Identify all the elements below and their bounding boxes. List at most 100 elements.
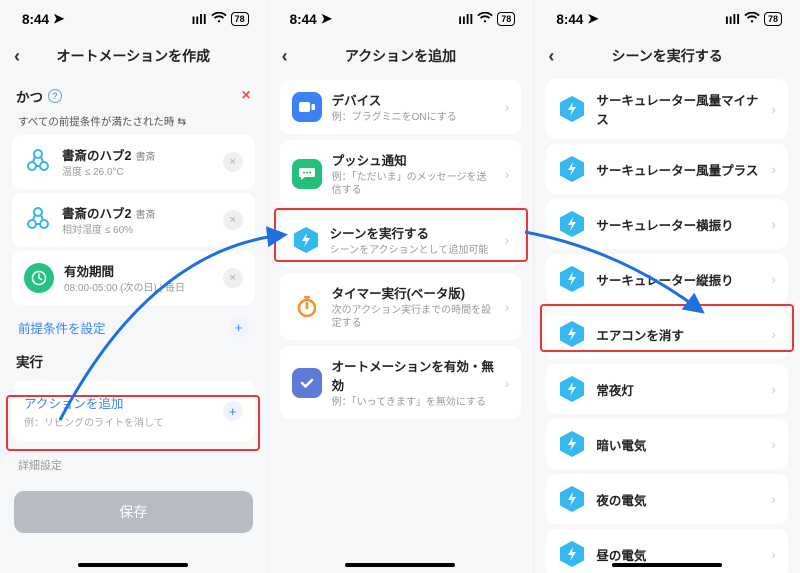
wifi-icon bbox=[211, 12, 227, 27]
chat-icon bbox=[292, 159, 322, 189]
set-precondition-link[interactable]: 前提条件を設定 + bbox=[0, 309, 267, 345]
chevron-right-icon: › bbox=[771, 491, 776, 507]
home-indicator bbox=[612, 563, 722, 567]
home-indicator bbox=[78, 563, 188, 567]
page-title: オートメーションを作成 bbox=[56, 46, 210, 66]
screen-create-automation: 8:44➤ ııll 78 ‹ オートメーションを作成 かつ ? × すべての前… bbox=[0, 0, 267, 573]
device-icon bbox=[292, 92, 322, 122]
scene-item[interactable]: エアコンを消す › bbox=[546, 309, 788, 359]
save-button[interactable]: 保存 bbox=[14, 491, 253, 533]
action-option[interactable]: デバイス例：プラグミニをONにする› bbox=[280, 80, 522, 134]
scene-label: サーキュレーター横振り bbox=[596, 215, 733, 234]
scene-icon bbox=[558, 265, 586, 293]
home-indicator bbox=[345, 563, 455, 567]
plus-icon[interactable]: + bbox=[223, 401, 243, 421]
location-icon: ➤ bbox=[53, 11, 64, 27]
scene-item[interactable]: 常夜灯› bbox=[546, 364, 788, 414]
chevron-right-icon: › bbox=[505, 299, 510, 315]
chevron-right-icon: › bbox=[771, 381, 776, 397]
remove-icon[interactable]: × bbox=[223, 152, 243, 172]
signal-icon: ııll bbox=[192, 12, 207, 27]
location-icon: ➤ bbox=[321, 11, 332, 27]
scene-item[interactable]: 夜の電気› bbox=[546, 474, 788, 524]
close-icon[interactable]: × bbox=[241, 87, 250, 105]
action-option[interactable]: オートメーションを有効・無効例：「いってきます」を無効にする› bbox=[280, 346, 522, 419]
option-title: プッシュ通知 bbox=[332, 150, 407, 169]
plus-icon[interactable]: + bbox=[229, 317, 249, 337]
status-bar: 8:44➤ ııll 78 bbox=[268, 0, 534, 38]
battery-icon: 78 bbox=[497, 12, 515, 26]
scene-icon bbox=[558, 485, 586, 513]
scene-label: 暗い電気 bbox=[596, 435, 646, 454]
info-icon[interactable]: ? bbox=[48, 89, 62, 103]
nav-header: ‹ オートメーションを作成 bbox=[0, 38, 267, 74]
condition-label: かつ ? × bbox=[0, 74, 267, 110]
chevron-right-icon: › bbox=[771, 436, 776, 452]
scene-label: エアコンを消す bbox=[596, 325, 684, 344]
add-action-card[interactable]: アクションを追加 例：リビングのライトを消して + bbox=[12, 381, 255, 441]
scene-icon bbox=[558, 375, 586, 403]
signal-icon: ııll bbox=[725, 12, 740, 27]
scene-label: サーキュレーター風量プラス bbox=[596, 160, 758, 179]
scene-item[interactable]: サーキュレーター風量マイナス › bbox=[546, 79, 788, 139]
chevron-right-icon: › bbox=[771, 101, 776, 117]
condition-card[interactable]: 書斎のハブ2書斎 相対湿度 ≤ 60% × bbox=[12, 193, 255, 247]
status-bar: 8:44➤ ııll 78 bbox=[0, 0, 267, 38]
scene-label: 昼の電気 bbox=[596, 545, 646, 564]
back-button[interactable]: ‹ bbox=[548, 46, 554, 67]
option-title: オートメーションを有効・無効 bbox=[332, 356, 495, 394]
exec-label: 実行 bbox=[0, 345, 267, 375]
chevron-right-icon: › bbox=[771, 326, 776, 342]
condition-card[interactable]: 有効期間 08:00-05:00 (次の日) | 毎日 × bbox=[12, 251, 255, 305]
option-title: タイマー実行(ベータ版) bbox=[332, 283, 465, 302]
option-sub: 例：「ただいま」のメッセージを送信する bbox=[332, 171, 495, 197]
remove-icon[interactable]: × bbox=[223, 268, 243, 288]
nav-header: ‹ アクションを追加 bbox=[268, 38, 534, 74]
chevron-right-icon: › bbox=[771, 546, 776, 562]
option-sub: 例：「いってきます」を無効にする bbox=[332, 396, 495, 409]
location-icon: ➤ bbox=[587, 11, 598, 27]
page-title: シーンを実行する bbox=[611, 46, 722, 66]
hub-icon bbox=[24, 148, 52, 176]
nav-header: ‹ シーンを実行する bbox=[534, 38, 800, 74]
scene-icon bbox=[558, 155, 586, 183]
swap-icon[interactable]: ⇆ bbox=[177, 116, 186, 128]
wifi-icon bbox=[744, 12, 760, 27]
scene-item[interactable]: サーキュレーター縦振り› bbox=[546, 254, 788, 304]
chevron-right-icon: › bbox=[771, 161, 776, 177]
action-option[interactable]: シーンを実行するシーンをアクションとして追加可能› bbox=[280, 213, 522, 267]
screen-add-action: 8:44➤ ııll 78 ‹ アクションを追加 デバイス例：プラグミニをONに… bbox=[267, 0, 534, 573]
scene-icon bbox=[558, 95, 586, 123]
chevron-right-icon: › bbox=[505, 232, 510, 248]
scene-icon bbox=[558, 540, 586, 568]
scene-item[interactable]: サーキュレーター横振り › bbox=[546, 199, 788, 249]
chevron-right-icon: › bbox=[771, 216, 776, 232]
remove-icon[interactable]: × bbox=[223, 210, 243, 230]
condition-subtext: すべての前提条件が満たされた時 ⇆ bbox=[0, 110, 267, 131]
back-button[interactable]: ‹ bbox=[282, 46, 288, 67]
scene-item[interactable]: サーキュレーター風量プラス › bbox=[546, 144, 788, 194]
option-sub: 次のアクション実行までの時間を設定する bbox=[332, 304, 495, 330]
detail-settings-link[interactable]: 詳細設定 bbox=[0, 447, 267, 483]
scene-icon bbox=[558, 320, 586, 348]
scene-item[interactable]: 暗い電気 › bbox=[546, 419, 788, 469]
hub-icon bbox=[24, 206, 52, 234]
wifi-icon bbox=[477, 12, 493, 27]
action-option[interactable]: タイマー実行(ベータ版) 次のアクション実行までの時間を設定する › bbox=[280, 273, 522, 340]
option-sub: 例：プラグミニをONにする bbox=[332, 111, 495, 124]
clock-icon bbox=[24, 263, 54, 293]
check-icon bbox=[292, 368, 322, 398]
scene-icon bbox=[558, 430, 586, 458]
back-button[interactable]: ‹ bbox=[14, 46, 20, 67]
chevron-right-icon: › bbox=[505, 166, 510, 182]
option-sub: シーンをアクションとして追加可能 bbox=[330, 244, 495, 257]
signal-icon: ııll bbox=[458, 12, 473, 27]
action-option[interactable]: プッシュ通知例：「ただいま」のメッセージを送信する › bbox=[280, 140, 522, 207]
scene-label: サーキュレーター風量マイナス bbox=[596, 90, 761, 128]
scene-label: サーキュレーター縦振り bbox=[596, 270, 733, 289]
scene-icon bbox=[292, 226, 320, 254]
condition-card[interactable]: 書斎のハブ2書斎 温度 ≤ 26.0°C × bbox=[12, 135, 255, 189]
status-bar: 8:44➤ ııll 78 bbox=[534, 0, 800, 38]
battery-icon: 78 bbox=[231, 12, 249, 26]
option-title: デバイス bbox=[332, 90, 382, 109]
